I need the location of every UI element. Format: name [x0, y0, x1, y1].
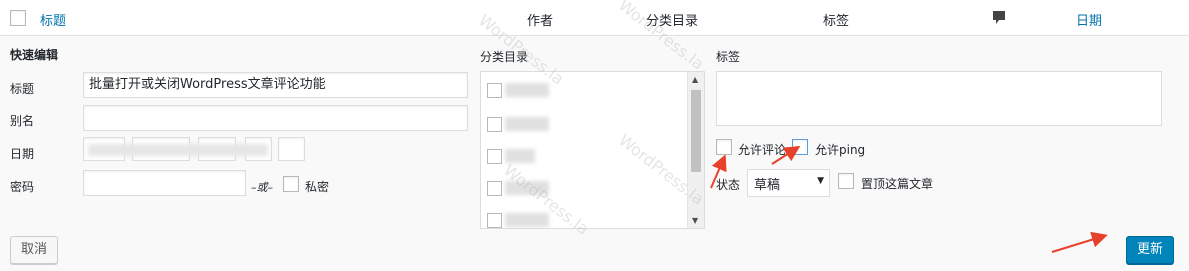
quick-edit-panel: 快速编辑 标题 批量打开或关闭WordPress文章评论功能 别名 日期 密码 …: [0, 36, 1189, 271]
category-checkbox[interactable]: [487, 83, 502, 98]
allow-comments-checkbox[interactable]: [716, 139, 732, 155]
slug-label: 别名: [10, 114, 35, 128]
blurred-category-name: [505, 83, 549, 97]
private-label: 私密: [305, 180, 330, 194]
quick-edit-title: 快速编辑: [10, 48, 59, 62]
category-checkbox[interactable]: [487, 117, 502, 132]
blurred-category-name: [505, 117, 549, 131]
chevron-down-icon: ▼: [817, 176, 824, 186]
private-checkbox[interactable]: [283, 176, 299, 192]
status-select[interactable]: 草稿 ▼: [747, 169, 830, 197]
column-tags: 标签: [823, 14, 850, 29]
column-date[interactable]: 日期: [1076, 10, 1102, 29]
cancel-button[interactable]: 取消: [10, 236, 58, 264]
scroll-up-icon[interactable]: ▲: [692, 75, 698, 84]
status-value: 草稿: [754, 178, 781, 193]
list-table-header: 标题 作者 分类目录 标签 日期: [0, 0, 1189, 36]
comment-bubble-icon[interactable]: [992, 10, 1006, 29]
category-label: 分类目录: [480, 50, 529, 64]
category-checkbox[interactable]: [487, 213, 502, 228]
blurred-category-name: [505, 213, 549, 227]
or-text: –或–: [251, 181, 273, 194]
blurred-category-name: [505, 149, 535, 163]
slug-input[interactable]: [83, 105, 468, 131]
column-title[interactable]: 标题: [40, 10, 66, 29]
allow-ping-label: 允许ping: [815, 143, 866, 157]
scroll-down-icon[interactable]: ▼: [692, 216, 698, 225]
category-checkbox[interactable]: [487, 149, 502, 164]
sticky-label: 置顶这篇文章: [861, 177, 934, 191]
date-label: 日期: [10, 147, 35, 161]
allow-comments-label: 允许评论: [738, 143, 787, 157]
select-all-checkbox[interactable]: [10, 10, 26, 26]
blurred-date-value: [88, 144, 268, 156]
category-checklist[interactable]: ▲ ▼: [480, 71, 705, 229]
scrollbar-thumb[interactable]: [691, 90, 701, 172]
column-author: 作者: [527, 14, 554, 29]
column-categories: 分类目录: [646, 14, 699, 29]
blurred-category-name: [505, 181, 549, 195]
tags-textarea[interactable]: [716, 71, 1162, 126]
date-minute-input[interactable]: [278, 137, 305, 161]
category-scrollbar[interactable]: ▲ ▼: [687, 72, 704, 228]
password-input[interactable]: [83, 170, 246, 196]
sticky-checkbox[interactable]: [838, 173, 854, 189]
tags-label: 标签: [716, 50, 741, 64]
update-button[interactable]: 更新: [1126, 236, 1174, 264]
allow-ping-checkbox[interactable]: [792, 139, 808, 155]
category-checkbox[interactable]: [487, 181, 502, 196]
status-label: 状态: [716, 178, 741, 192]
title-input[interactable]: 批量打开或关闭WordPress文章评论功能: [83, 72, 468, 98]
title-label: 标题: [10, 82, 35, 96]
password-label: 密码: [10, 180, 35, 194]
